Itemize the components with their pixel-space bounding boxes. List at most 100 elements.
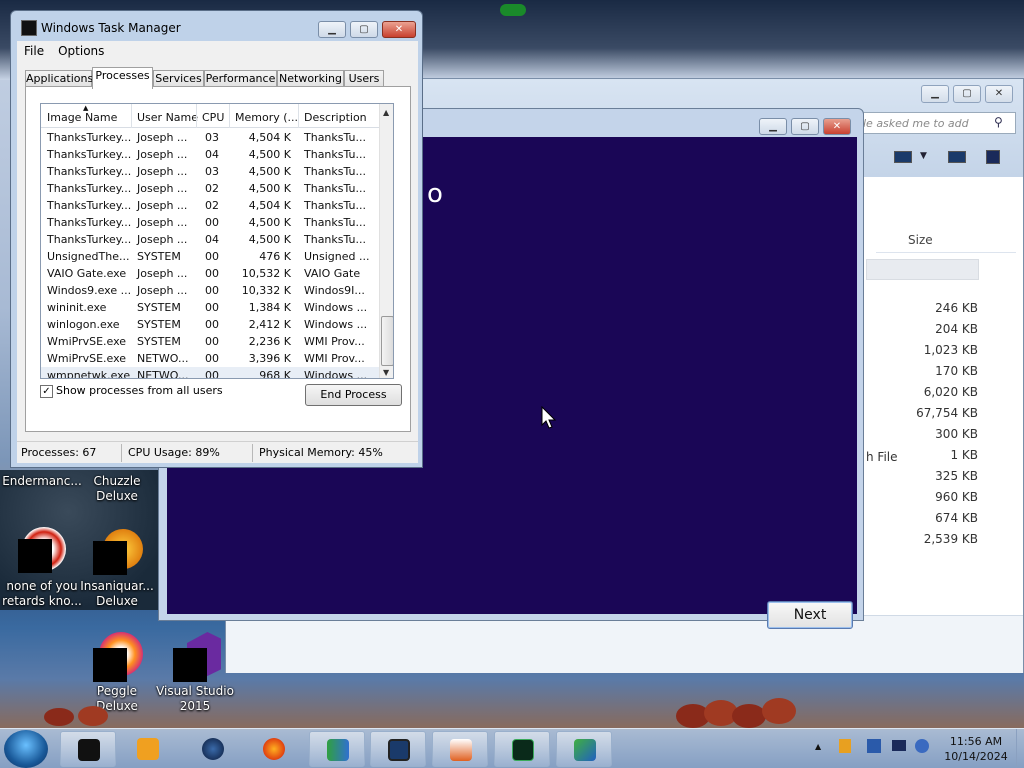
scroll-down-arrow-icon[interactable]: ▼	[383, 368, 389, 377]
mouse-cursor-icon	[541, 405, 557, 433]
checkbox-check-icon[interactable]: ✓	[40, 384, 53, 398]
process-row[interactable]: VAIO Gate.exe Joseph ... 00 10,532 K VAIO Ga…	[41, 265, 379, 282]
desktop-icon-label: Endermanc...	[2, 474, 82, 488]
help-icon[interactable]	[986, 150, 1000, 164]
tray-network-adapter-icon[interactable]	[867, 739, 881, 753]
process-cpu: 00	[205, 352, 219, 365]
desktop-icon-label-line2: retards kno...	[2, 594, 82, 608]
column-description[interactable]: Description	[304, 111, 367, 124]
show-all-users-checkbox[interactable]: ✓ Show processes from all users	[40, 384, 223, 398]
close-button[interactable]: ✕	[382, 21, 416, 38]
process-row[interactable]: ThanksTurkey... Joseph ... 04 4,500 K Thanks…	[41, 146, 379, 163]
menu-options[interactable]: Options	[51, 41, 111, 61]
desktop-icon-chuzzle[interactable]: Chuzzle Deluxe	[75, 474, 159, 504]
process-description: ThanksTu...	[304, 233, 367, 246]
process-row[interactable]: WmiPrvSE.exe SYSTEM 00 2,236 K WMI Prov...	[41, 333, 379, 350]
process-row[interactable]: WmiPrvSE.exe NETWO... 00 3,396 K WMI Prov...	[41, 350, 379, 367]
explorer-maximize-button[interactable]: ▢	[953, 85, 981, 103]
taskbar-button-media-player[interactable]	[120, 731, 176, 767]
taskbar-button-task-manager[interactable]	[370, 731, 426, 767]
process-list[interactable]: Image Name ▲ User Name CPU Memory (... D…	[40, 103, 394, 379]
process-row[interactable]: ThanksTurkey... Joseph ... 00 4,500 K Thanks…	[41, 214, 379, 231]
maximize-button[interactable]: ▢	[350, 21, 378, 38]
preview-pane-icon[interactable]	[948, 151, 966, 163]
column-cpu[interactable]: CPU	[202, 111, 224, 124]
desktop-icon-label-line2: Deluxe	[96, 489, 138, 503]
explorer-minimize-button[interactable]: ▁	[921, 85, 949, 103]
desktop-icon-label: Visual Studio	[156, 684, 234, 698]
process-row[interactable]: wininit.exe SYSTEM 00 1,384 K Windows ...	[41, 299, 379, 316]
process-row[interactable]: ThanksTurkey... Joseph ... 03 4,504 K Thanks…	[41, 129, 379, 146]
taskbar-button-messenger[interactable]	[309, 731, 365, 767]
process-row[interactable]: UnsignedThe... SYSTEM 00 476 K Unsigned ...	[41, 248, 379, 265]
installer-heading: o	[427, 179, 443, 209]
wallpaper-green-dot	[500, 4, 526, 16]
scroll-up-arrow-icon[interactable]: ▲	[383, 108, 389, 117]
process-row[interactable]: ThanksTurkey... Joseph ... 02 4,504 K Thanks…	[41, 197, 379, 214]
process-description: WMI Prov...	[304, 352, 365, 365]
tray-display-icon[interactable]	[892, 740, 906, 751]
process-row[interactable]: ThanksTurkey... Joseph ... 02 4,500 K Thanks…	[41, 180, 379, 197]
desktop-icon-peggle[interactable]: Peggle Deluxe	[75, 632, 159, 714]
start-button[interactable]	[4, 730, 48, 768]
taskbar-button-performance[interactable]	[494, 731, 550, 767]
explorer-search-input[interactable]: le asked me to add	[856, 112, 1016, 134]
installer-maximize-button[interactable]: ▢	[791, 118, 819, 135]
taskbar-button-firefox[interactable]	[246, 731, 302, 767]
process-memory: 4,500 K	[248, 165, 291, 178]
clock[interactable]: 11:56 AM 10/14/2024	[938, 734, 1014, 764]
process-description: Windows ...	[304, 369, 368, 379]
process-list-scrollbar[interactable]: ▲ ▼	[379, 104, 393, 378]
taskbar-button-app1[interactable]	[60, 731, 116, 767]
next-button[interactable]: Next	[767, 601, 853, 629]
taskbar-button-java[interactable]	[432, 731, 488, 767]
size-column-header[interactable]: Size	[908, 233, 933, 247]
process-row[interactable]: winlogon.exe SYSTEM 00 2,412 K Windows ...	[41, 316, 379, 333]
installer-minimize-button[interactable]: ▁	[759, 118, 787, 135]
process-name: ThanksTurkey...	[47, 199, 132, 212]
scrollbar-thumb[interactable]	[381, 316, 393, 366]
file-size: 170 KB	[935, 364, 978, 378]
process-row[interactable]: ThanksTurkey... Joseph ... 04 4,500 K Thanks…	[41, 231, 379, 248]
process-name: ThanksTurkey...	[47, 182, 132, 195]
show-desktop-button[interactable]	[1016, 729, 1024, 768]
explorer-close-button[interactable]: ✕	[985, 85, 1013, 103]
process-description: ThanksTu...	[304, 148, 367, 161]
tab-processes[interactable]: Processes	[92, 67, 153, 89]
desktop-icon-insaniquarium[interactable]: Insaniquar... Deluxe	[75, 527, 159, 609]
tray-app-icon[interactable]	[839, 739, 851, 753]
explorer-selected-row	[866, 259, 979, 280]
column-user-name[interactable]: User Name	[137, 111, 198, 124]
java-icon	[450, 739, 472, 761]
process-memory: 1,384 K	[248, 301, 291, 314]
process-memory: 4,500 K	[248, 148, 291, 161]
minimize-button[interactable]: ▁	[318, 21, 346, 38]
end-process-button[interactable]: End Process	[305, 384, 402, 406]
process-cpu: 00	[205, 216, 219, 229]
process-row[interactable]: Windos9.exe ... Joseph ... 00 10,332 K Windo…	[41, 282, 379, 299]
view-options-icon[interactable]	[894, 151, 912, 163]
status-bar: Processes: 67 CPU Usage: 89% Physical Me…	[17, 441, 418, 463]
process-row[interactable]: ThanksTurkey... Joseph ... 03 4,500 K Thanks…	[41, 163, 379, 180]
show-hidden-icons[interactable]: ▲	[815, 742, 821, 751]
tray-network-icon[interactable]	[915, 739, 929, 753]
process-description: Windos9I...	[304, 284, 365, 297]
task-manager-window[interactable]: Windows Task Manager ▁ ▢ ✕ File Options A…	[10, 10, 423, 468]
column-image-name[interactable]: Image Name	[47, 111, 117, 124]
process-user: Joseph ...	[137, 199, 188, 212]
column-memory[interactable]: Memory (...	[235, 111, 298, 124]
file-size: 300 KB	[935, 427, 978, 441]
desktop-icon-none-of-you[interactable]: none of you retards kno...	[0, 527, 84, 609]
desktop-icon-endermanch[interactable]: Endermanc...	[0, 474, 84, 489]
desktop-icon-visual-studio[interactable]: Visual Studio 2015	[153, 632, 237, 714]
view-dropdown-icon[interactable]: ▼	[920, 151, 927, 161]
explorer-search-placeholder: le asked me to add	[863, 117, 969, 130]
taskbar-button-globe[interactable]	[185, 731, 241, 767]
process-row-selected[interactable]: wmpnetwk.exe NETWO... 00 968 K Windows ...	[41, 367, 379, 379]
app-icon	[93, 632, 143, 682]
menu-file[interactable]: File	[17, 41, 51, 61]
menu-bar: File Options	[17, 41, 418, 61]
taskbar-button-installer[interactable]	[556, 731, 612, 767]
installer-close-button[interactable]: ✕	[823, 118, 851, 135]
search-icon[interactable]: ⚲	[994, 115, 1003, 129]
